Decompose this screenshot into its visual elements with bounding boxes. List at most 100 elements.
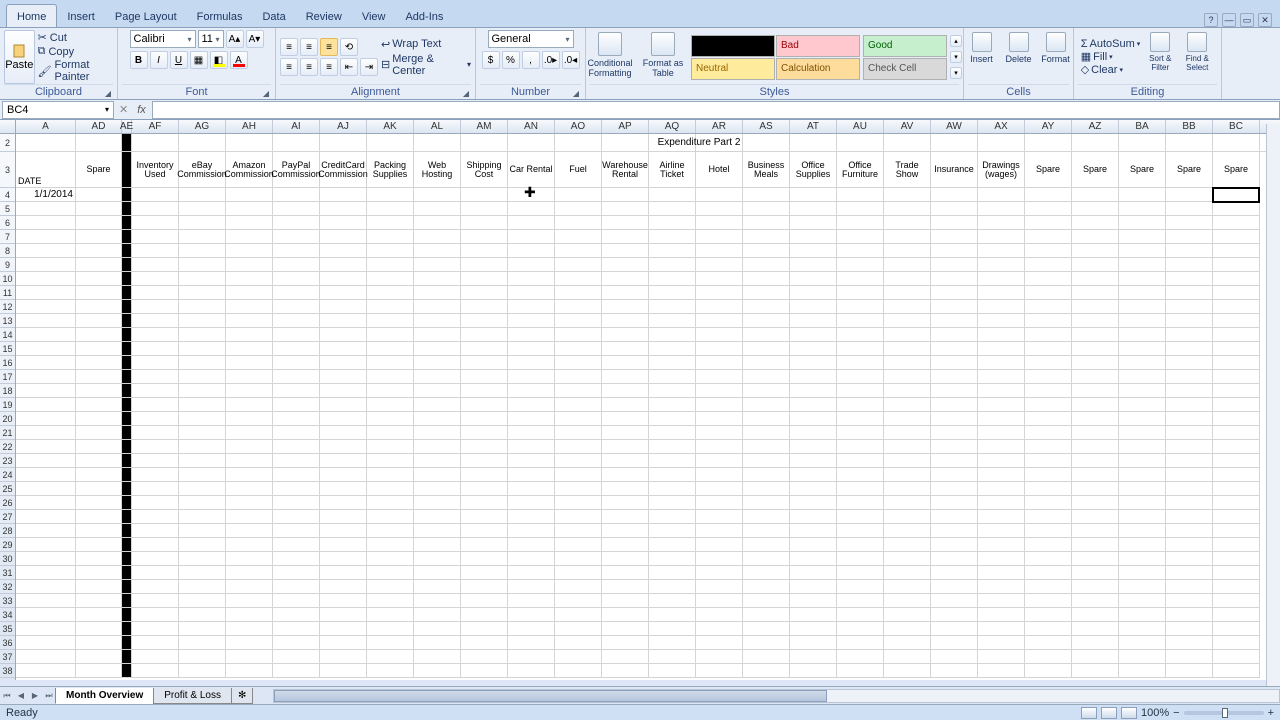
cell[interactable]: [837, 538, 884, 552]
sort-filter-button[interactable]: Sort & Filter: [1143, 30, 1177, 84]
cell[interactable]: [602, 356, 649, 370]
cell[interactable]: [320, 664, 367, 678]
cell[interactable]: [555, 524, 602, 538]
cell[interactable]: [649, 272, 696, 286]
cell[interactable]: [931, 594, 978, 608]
cell[interactable]: [649, 300, 696, 314]
cell[interactable]: [649, 482, 696, 496]
cell[interactable]: [414, 202, 461, 216]
cell[interactable]: [649, 636, 696, 650]
col-header-AQ[interactable]: AQ: [649, 120, 696, 133]
col-header-AD[interactable]: AD: [76, 120, 122, 133]
cell[interactable]: [884, 426, 931, 440]
cell[interactable]: [1072, 426, 1119, 440]
cell[interactable]: [367, 524, 414, 538]
cell[interactable]: [931, 664, 978, 678]
col-header-AS[interactable]: AS: [743, 120, 790, 133]
cell[interactable]: [837, 202, 884, 216]
cell[interactable]: [1213, 510, 1260, 524]
shrink-font-button[interactable]: A▾: [246, 30, 264, 48]
cell[interactable]: [273, 398, 320, 412]
cell[interactable]: [1025, 636, 1072, 650]
cell[interactable]: [884, 510, 931, 524]
cell[interactable]: [1166, 538, 1213, 552]
cell[interactable]: [320, 342, 367, 356]
cell[interactable]: [76, 412, 122, 426]
cell[interactable]: [226, 622, 273, 636]
row-header-11[interactable]: 11: [0, 286, 15, 300]
cell[interactable]: [884, 398, 931, 412]
cell[interactable]: [884, 496, 931, 510]
cell[interactable]: [743, 468, 790, 482]
cell[interactable]: [649, 622, 696, 636]
cell[interactable]: [555, 244, 602, 258]
cell[interactable]: [931, 342, 978, 356]
cell[interactable]: [555, 258, 602, 272]
cell[interactable]: [602, 566, 649, 580]
cell[interactable]: [76, 188, 122, 202]
cell[interactable]: [555, 496, 602, 510]
cell[interactable]: [790, 314, 837, 328]
cell[interactable]: [76, 328, 122, 342]
cell[interactable]: [649, 314, 696, 328]
cell[interactable]: [179, 244, 226, 258]
column-header-cell[interactable]: Web Hosting: [414, 152, 461, 188]
cell[interactable]: [367, 230, 414, 244]
column-header-cell[interactable]: Spare: [1119, 152, 1166, 188]
cell[interactable]: [555, 566, 602, 580]
fill-button[interactable]: ▦Fill▾: [1081, 50, 1141, 63]
cell[interactable]: [320, 538, 367, 552]
cell[interactable]: [122, 552, 132, 566]
cell[interactable]: [132, 510, 179, 524]
cell[interactable]: [696, 426, 743, 440]
format-painter-button[interactable]: 🖌Format Painter: [38, 59, 113, 83]
cell[interactable]: [1166, 650, 1213, 664]
cell[interactable]: [273, 244, 320, 258]
row-header-19[interactable]: 19: [0, 398, 15, 412]
cell[interactable]: [226, 426, 273, 440]
cell[interactable]: [132, 580, 179, 594]
cell[interactable]: [273, 188, 320, 202]
cell[interactable]: [743, 370, 790, 384]
cell[interactable]: [414, 524, 461, 538]
cell[interactable]: [649, 230, 696, 244]
cell[interactable]: [179, 370, 226, 384]
cell[interactable]: [884, 594, 931, 608]
cell[interactable]: [508, 580, 555, 594]
cell[interactable]: [320, 650, 367, 664]
cell[interactable]: [1119, 510, 1166, 524]
cell[interactable]: [76, 202, 122, 216]
cell[interactable]: [1025, 370, 1072, 384]
cell[interactable]: [179, 356, 226, 370]
cell[interactable]: [367, 314, 414, 328]
cell[interactable]: [273, 314, 320, 328]
cell[interactable]: [367, 566, 414, 580]
cell[interactable]: [555, 286, 602, 300]
cell[interactable]: [978, 384, 1025, 398]
tab-nav-next[interactable]: ▶: [28, 689, 42, 703]
cell[interactable]: [461, 636, 508, 650]
spreadsheet-grid[interactable]: AADAEAFAGAHAIAJAKALAMANAOAPAQARASATAUAVA…: [0, 120, 1280, 680]
cell[interactable]: [1025, 230, 1072, 244]
cell[interactable]: [555, 650, 602, 664]
cell[interactable]: [978, 468, 1025, 482]
cell[interactable]: [122, 272, 132, 286]
cell[interactable]: [320, 454, 367, 468]
cell[interactable]: [1166, 272, 1213, 286]
col-header-AV[interactable]: AV: [884, 120, 931, 133]
cell[interactable]: [790, 482, 837, 496]
cell[interactable]: [226, 412, 273, 426]
cell[interactable]: [837, 636, 884, 650]
cell[interactable]: [649, 440, 696, 454]
cell[interactable]: [1119, 594, 1166, 608]
cell[interactable]: [179, 650, 226, 664]
cell[interactable]: [132, 216, 179, 230]
cell[interactable]: [16, 594, 76, 608]
format-as-table-button[interactable]: Format as Table: [638, 30, 688, 84]
col-header-BC[interactable]: BC: [1213, 120, 1260, 133]
cell[interactable]: [649, 286, 696, 300]
cell[interactable]: [1166, 230, 1213, 244]
cell[interactable]: [461, 272, 508, 286]
cell[interactable]: [790, 328, 837, 342]
cell[interactable]: [1025, 552, 1072, 566]
